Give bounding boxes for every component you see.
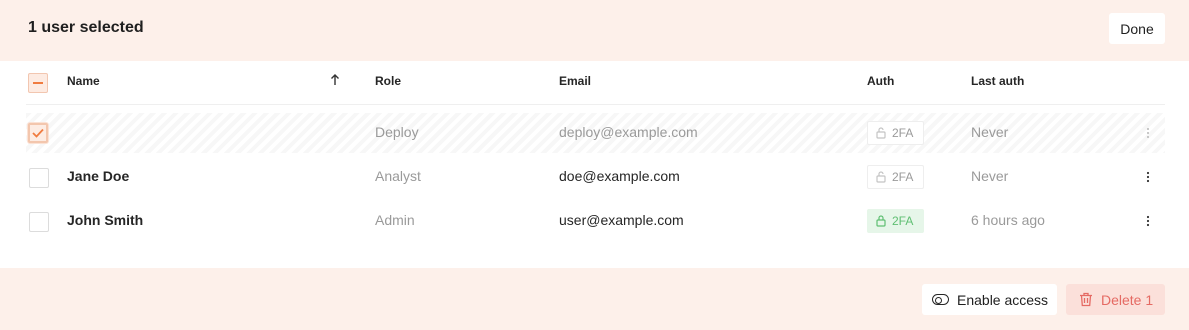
select-all-checkbox[interactable] — [28, 73, 48, 93]
row-checkbox[interactable] — [29, 212, 49, 232]
row-checkbox[interactable] — [29, 168, 49, 188]
row-menu-icon[interactable] — [1142, 123, 1154, 143]
row-checkbox[interactable] — [28, 123, 48, 143]
unlock-icon — [876, 127, 886, 139]
selection-bar: 1 user selected Done — [0, 0, 1189, 61]
last-auth: 6 hours ago — [971, 212, 1045, 228]
column-header-auth[interactable]: Auth — [867, 74, 894, 88]
enable-access-button[interactable]: Enable access — [922, 284, 1057, 315]
delete-button[interactable]: Delete 1 — [1066, 284, 1165, 315]
user-name: John Smith — [67, 212, 144, 228]
unlock-icon — [876, 171, 886, 183]
bulk-actions-bar: Enable access Delete 1 — [0, 268, 1189, 330]
users-table: Name Role Email Auth Last auth Deploy de… — [0, 61, 1189, 268]
delete-label: Delete 1 — [1101, 291, 1154, 308]
table-row[interactable]: John Smith Admin user@example.com 2FA 6 … — [26, 201, 1165, 241]
auth-badge: 2FA — [867, 209, 924, 233]
auth-label: 2FA — [892, 214, 914, 228]
arrow-up-icon[interactable] — [329, 73, 341, 87]
auth-label: 2FA — [892, 170, 914, 184]
auth-badge: 2FA — [867, 121, 924, 145]
row-menu-icon[interactable] — [1142, 211, 1154, 231]
row-menu-icon[interactable] — [1142, 167, 1154, 187]
table-row[interactable]: Jane Doe Analyst doe@example.com 2FA Nev… — [26, 157, 1165, 197]
column-header-last-auth[interactable]: Last auth — [971, 74, 1024, 88]
column-header-role[interactable]: Role — [375, 74, 401, 88]
user-role: Analyst — [375, 168, 421, 184]
auth-badge: 2FA — [867, 165, 924, 189]
user-role: Deploy — [375, 124, 419, 140]
user-role: Admin — [375, 212, 415, 228]
toggle-icon — [932, 294, 949, 305]
user-email: deploy@example.com — [559, 124, 698, 140]
auth-label: 2FA — [892, 126, 914, 140]
selection-count-title: 1 user selected — [28, 19, 144, 36]
user-email: doe@example.com — [559, 168, 680, 184]
done-button[interactable]: Done — [1109, 13, 1165, 44]
check-icon — [32, 128, 44, 138]
column-header-email[interactable]: Email — [559, 74, 591, 88]
user-email: user@example.com — [559, 212, 684, 228]
header-divider — [26, 104, 1165, 105]
last-auth: Never — [971, 168, 1009, 184]
minus-icon — [33, 82, 43, 84]
table-row[interactable]: Deploy deploy@example.com 2FA Never — [26, 113, 1165, 153]
trash-icon — [1080, 292, 1092, 307]
lock-icon — [876, 215, 886, 227]
user-name: Jane Doe — [67, 168, 130, 184]
column-header-name[interactable]: Name — [67, 74, 100, 88]
last-auth: Never — [971, 124, 1009, 140]
enable-access-label: Enable access — [957, 291, 1049, 308]
